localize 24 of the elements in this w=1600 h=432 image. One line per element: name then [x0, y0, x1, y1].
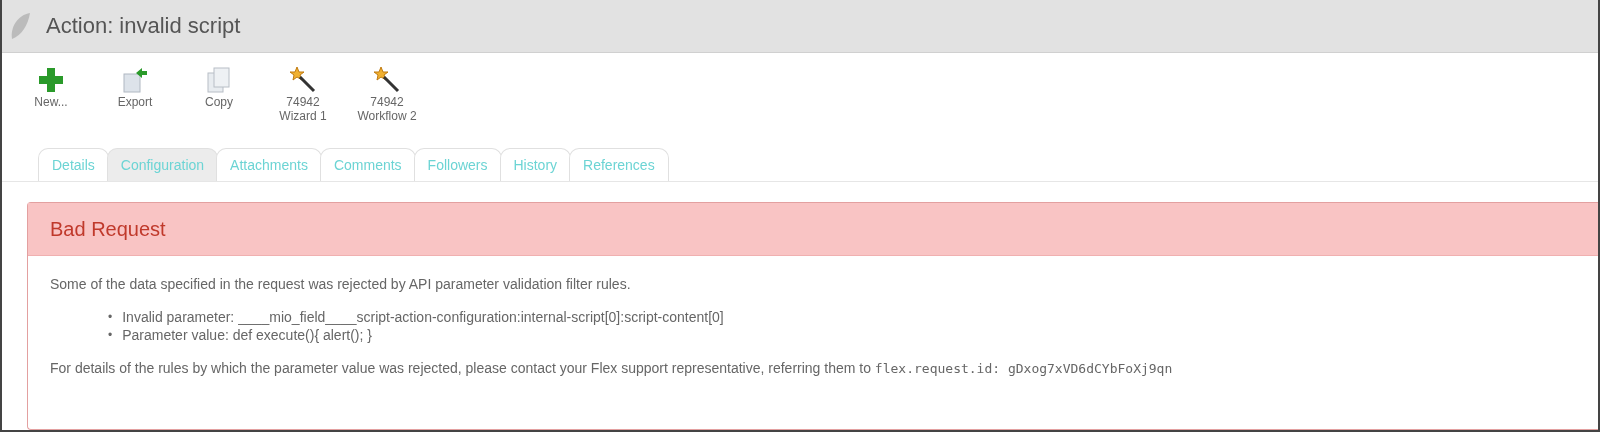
tab[interactable]: Comments — [319, 148, 416, 181]
error-detail: Parameter value: def execute(){ alert(); } — [122, 326, 372, 344]
toolbar-button[interactable]: 74942 Wizard 1 — [264, 65, 342, 138]
tab[interactable]: Attachments — [216, 148, 322, 181]
plus-icon — [36, 65, 66, 95]
magic-wand-icon — [372, 65, 402, 95]
bullet: • — [108, 327, 113, 344]
tab[interactable]: Followers — [413, 148, 502, 181]
error-message: Some of the data specified in the request was rejected by API parameter validation filter rules. — [50, 276, 632, 292]
tab[interactable]: Details — [38, 148, 109, 181]
error-detail: Invalid parameter: ____mio_field____script-action-configuration:internal-script[0]:script-content[0] — [122, 308, 724, 326]
bullet: • — [108, 309, 113, 326]
toolbar-button[interactable]: 74942 Workflow 2 — [348, 65, 426, 138]
tab[interactable]: References — [569, 148, 669, 181]
error-title: Bad Request — [50, 217, 166, 241]
tab[interactable]: Configuration — [106, 148, 219, 181]
magic-wand-icon — [288, 65, 318, 95]
export-icon — [120, 65, 150, 95]
toolbar-button[interactable]: New... — [12, 65, 90, 138]
toolbar-button[interactable]: Copy — [180, 65, 258, 138]
window-title: Action: invalid script — [46, 13, 241, 39]
support-message: For details of the rules by which the parameter value was rejected, please contact your Flex support representative, referring them to flex.request.id: gDxog7xVD6dCYbFoXj9qn — [50, 360, 1174, 376]
tab[interactable]: History — [499, 148, 572, 181]
toolbar-button[interactable]: Export — [96, 65, 174, 138]
